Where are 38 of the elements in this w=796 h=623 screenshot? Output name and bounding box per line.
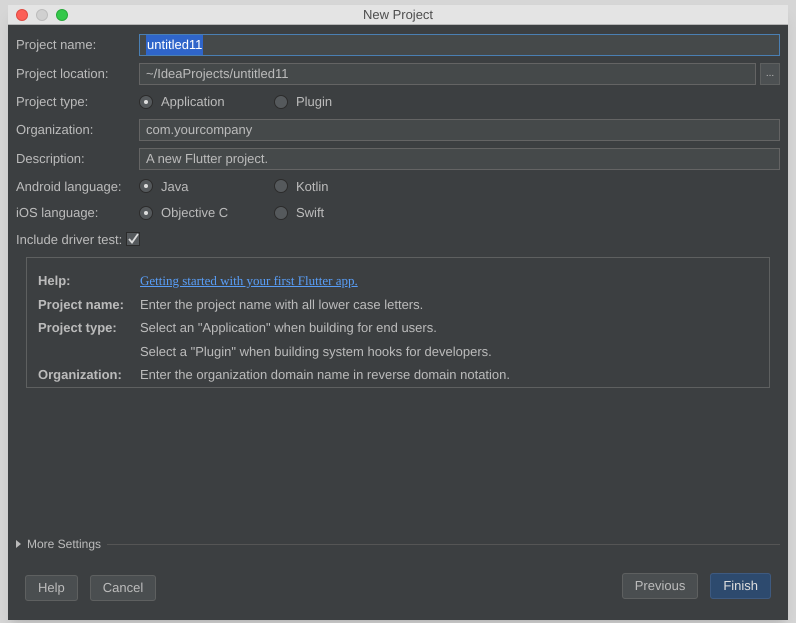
field-label: iOS language: <box>16 204 100 222</box>
field-label: Android language: <box>16 178 123 196</box>
dialog-button[interactable]: Cancel <box>90 575 156 601</box>
help-text: Enter the project name with all lower case letters. <box>140 296 424 314</box>
radio-button[interactable]: Objective C <box>139 203 274 222</box>
checkbox[interactable] <box>126 232 140 246</box>
help-text: Select a "Plugin" when building system hooks for developers. <box>140 342 492 361</box>
text-field[interactable]: A new Flutter project. <box>139 148 780 170</box>
dialog-button[interactable]: Previous <box>622 573 698 599</box>
dialog-button[interactable]: Help <box>25 575 78 601</box>
help-link[interactable]: Getting started with your first Flutter app. <box>140 271 358 290</box>
browse-button[interactable]: ... <box>760 63 780 85</box>
field-label: Project location: <box>16 65 110 84</box>
dialog-button[interactable]: Finish <box>710 573 771 599</box>
radio-button[interactable]: Application <box>139 92 274 112</box>
field-label: Organization: <box>16 120 94 139</box>
help-label: Project type: <box>38 319 118 337</box>
radio-button[interactable]: Swift <box>274 203 409 222</box>
field-label: Description: <box>16 150 86 168</box>
text-field[interactable]: untitled11 <box>139 34 780 56</box>
more-settings-toggle[interactable]: More Settings <box>16 535 102 553</box>
field-label: Project name: <box>16 36 98 54</box>
text-field[interactable]: com.yourcompany <box>139 118 780 140</box>
window-title: New Project <box>362 6 434 24</box>
zoom-icon[interactable] <box>56 8 68 20</box>
help-label: Project name: <box>38 296 125 314</box>
field-label: Include driver test: <box>16 230 122 248</box>
radio-button[interactable]: Plugin <box>274 92 409 112</box>
text-field[interactable]: ~/IdeaProjects/untitled11 <box>139 63 756 85</box>
radio-button[interactable]: Java <box>139 176 274 196</box>
radio-button[interactable]: Kotlin <box>274 176 409 196</box>
help-text: Enter the organization domain name in reverse domain notation. <box>140 366 510 384</box>
field-label: Project type: <box>16 93 90 111</box>
help-label: Help: <box>38 272 72 290</box>
caret-icon <box>16 540 21 548</box>
close-icon[interactable] <box>16 8 28 20</box>
help-label: Organization: <box>38 366 123 384</box>
help-text: Select an "Application" when building for end users. <box>140 319 438 337</box>
